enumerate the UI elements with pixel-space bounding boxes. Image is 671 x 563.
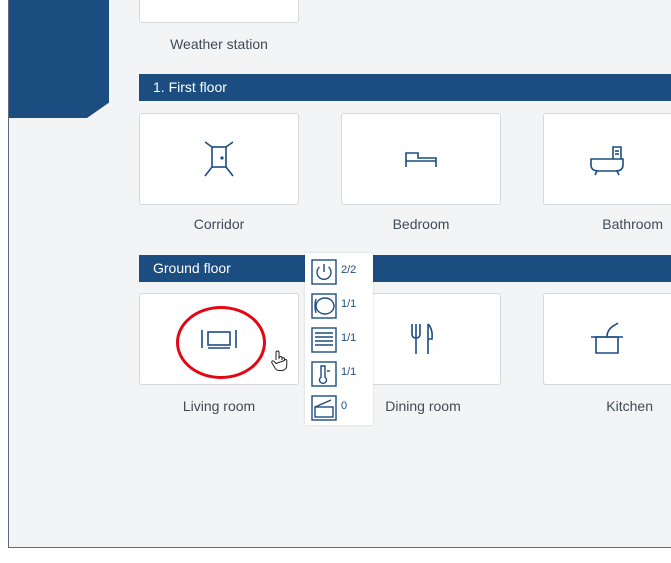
popup-row-lights: 2/2 — [309, 255, 373, 289]
room-label-bathroom: Bathroom — [602, 216, 663, 232]
corner-tab — [9, 0, 109, 118]
cutlery-icon — [411, 323, 433, 354]
popup-row-windows: 0 — [309, 391, 373, 425]
popup-row-temperature: 1/1 — [309, 357, 373, 391]
weather-station-tile[interactable] — [139, 0, 299, 23]
room-label-living-room: Living room — [182, 398, 256, 414]
temperature-count: 1/1 — [341, 366, 357, 378]
shading-count: 1/1 — [341, 298, 357, 310]
room-label-bedroom: Bedroom — [392, 216, 450, 232]
bathtub-icon — [590, 146, 624, 176]
status-popup: 2/2 1/1 1/1 1/1 0 — [305, 253, 373, 425]
power-icon — [311, 259, 337, 285]
room-label-corridor: Corridor — [193, 216, 245, 232]
blinds-icon — [311, 327, 337, 353]
lights-count: 2/2 — [341, 264, 357, 276]
section-first-floor: 1. First floor — [139, 74, 671, 101]
door-icon — [204, 141, 234, 177]
popup-row-shading: 1/1 — [309, 289, 373, 323]
room-label-kitchen: Kitchen — [606, 398, 653, 414]
blinds-count: 1/1 — [341, 332, 357, 344]
window-icon — [311, 395, 337, 421]
weather-station-label: Weather station — [170, 36, 268, 52]
bottom-border — [8, 547, 671, 548]
section-ground-floor: Ground floor — [139, 255, 671, 282]
shading-icon — [311, 293, 337, 319]
bed-icon — [405, 152, 437, 167]
room-tile-bedroom[interactable] — [341, 113, 501, 205]
windows-count: 0 — [341, 400, 348, 412]
hand-cursor-icon — [271, 350, 288, 371]
popup-row-blinds: 1/1 — [309, 323, 373, 357]
room-tile-bathroom[interactable] — [543, 113, 671, 205]
highlight-circle — [176, 306, 266, 379]
pot-icon — [591, 322, 623, 354]
thermometer-icon — [311, 361, 337, 387]
room-tile-corridor[interactable] — [139, 113, 299, 205]
room-tile-kitchen[interactable] — [543, 293, 671, 385]
